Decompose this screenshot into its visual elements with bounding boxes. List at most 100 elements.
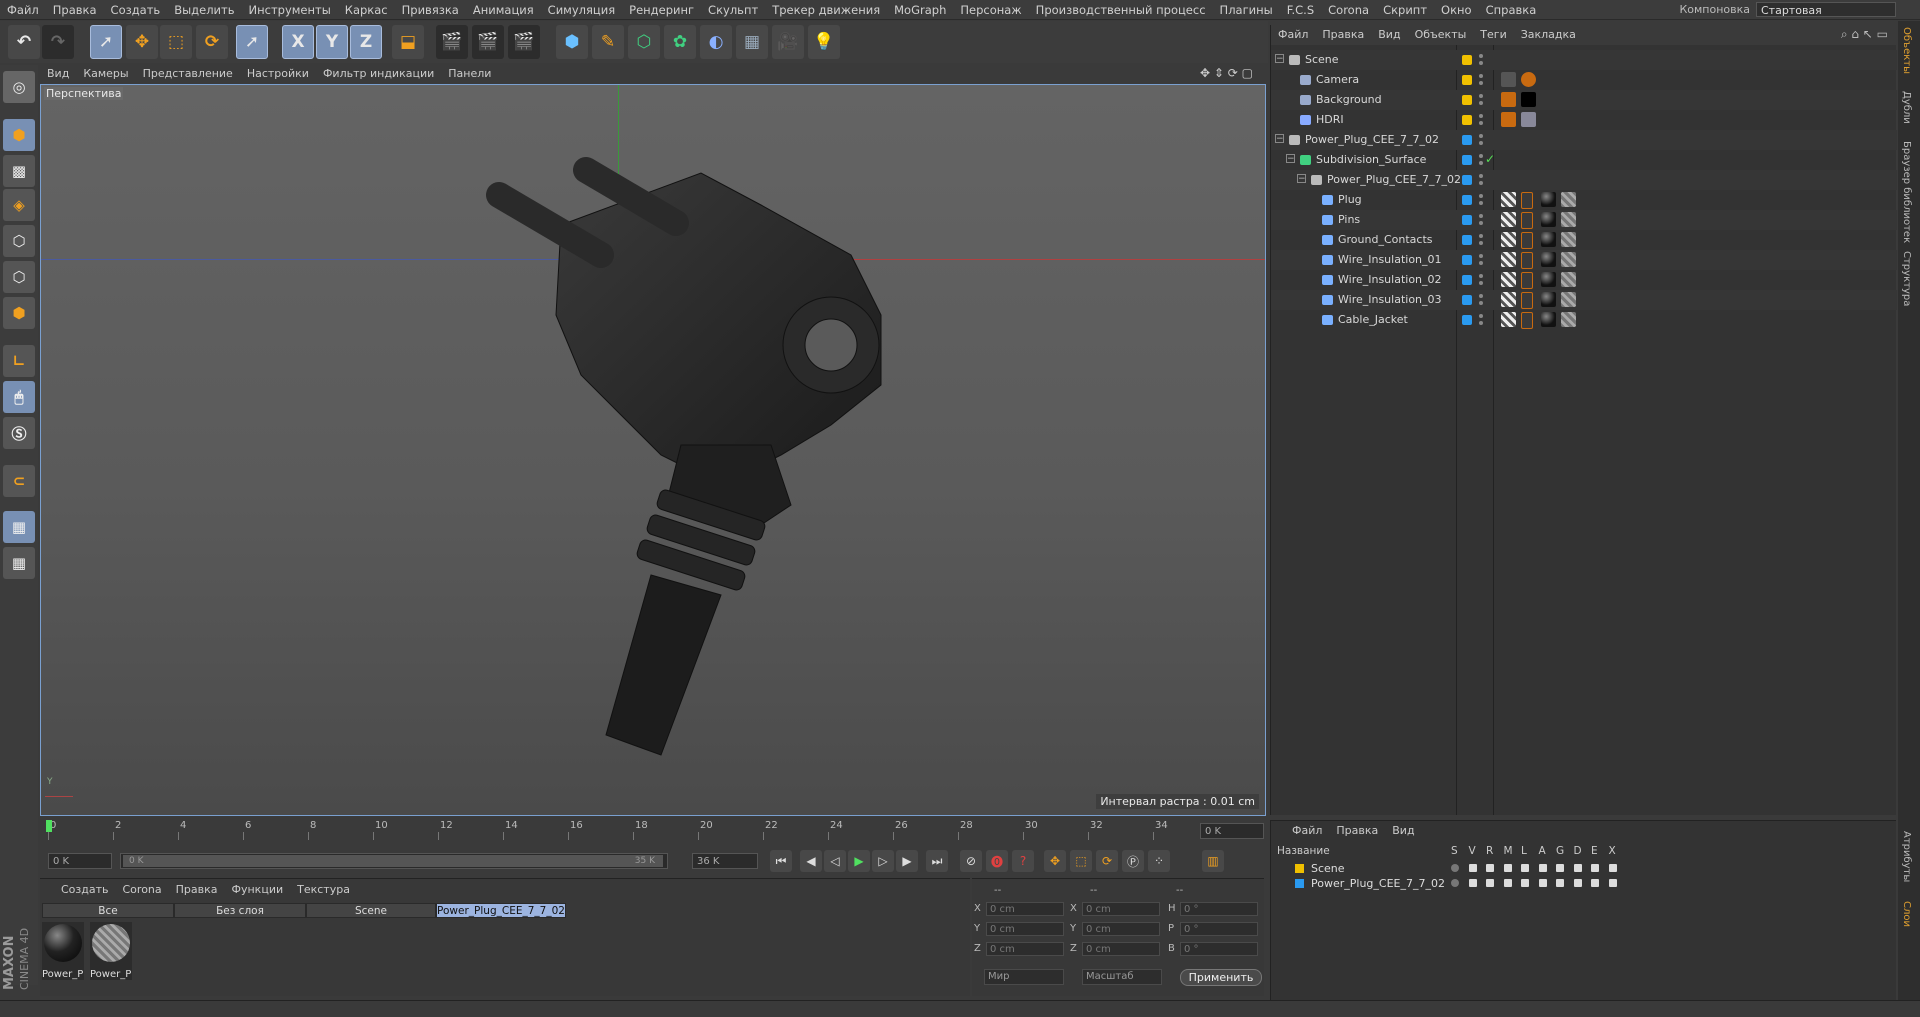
object-layer-color[interactable] — [1462, 255, 1472, 265]
axis-y-button[interactable]: Y — [316, 25, 348, 59]
viewport-menu-item[interactable]: Камеры — [76, 65, 135, 83]
scale-tool-button[interactable]: ⬚ — [160, 25, 192, 59]
layer-column-header[interactable]: G — [1556, 845, 1564, 857]
mat-icon[interactable] — [1541, 232, 1556, 247]
workplane-mode-button[interactable]: ◈ — [3, 189, 35, 221]
deformer-button[interactable]: ◐ — [700, 25, 732, 59]
layer-toggle-icon[interactable] — [1556, 864, 1564, 872]
pen-spline-button[interactable]: ✎ — [592, 25, 624, 59]
coord-field[interactable]: 0 cm — [1082, 922, 1160, 936]
visibility-dots-icon[interactable] — [1479, 273, 1483, 287]
menu-item[interactable]: Инструменты — [242, 0, 338, 20]
layer-row[interactable]: Scene — [1271, 861, 1897, 876]
points-mode-button[interactable]: ⬡ — [3, 225, 35, 257]
key-parameter-button[interactable]: Ⓟ — [1122, 850, 1144, 872]
layout-select[interactable]: Стартовая — [1756, 2, 1896, 17]
cloner-button[interactable]: ✿ — [664, 25, 696, 59]
layer-toggle-icon[interactable] — [1608, 879, 1617, 887]
undo-button[interactable]: ↶ — [8, 25, 40, 59]
side-tab[interactable]: Объекты — [1901, 27, 1912, 74]
camera-tag-icon[interactable] — [1501, 72, 1516, 87]
layer-column-header[interactable]: V — [1469, 845, 1476, 857]
menu-item[interactable]: Рендеринг — [622, 0, 701, 20]
object-name[interactable]: Power_Plug_CEE_7_7_02 — [1327, 170, 1461, 190]
material-tab-all[interactable]: Все — [42, 903, 174, 918]
play-button[interactable]: ▶ — [848, 850, 870, 872]
object-layer-color[interactable] — [1462, 195, 1472, 205]
current-frame-field[interactable]: 0 K — [1200, 823, 1264, 839]
lm-menu-item[interactable]: Правка — [1329, 821, 1385, 841]
subdivision-surface-button[interactable]: ⬡ — [628, 25, 660, 59]
visibility-dots-icon[interactable] — [1479, 253, 1483, 267]
visibility-dots-icon[interactable] — [1479, 173, 1483, 187]
phong-icon[interactable] — [1501, 292, 1516, 307]
goto-end-button[interactable]: ⏭ — [926, 850, 948, 872]
hatch-icon[interactable] — [1561, 212, 1576, 227]
object-layer-color[interactable] — [1462, 315, 1472, 325]
axis-z-button[interactable]: Z — [350, 25, 382, 59]
expand-toggle-icon[interactable]: − — [1275, 134, 1284, 144]
layer-column-header[interactable]: R — [1486, 845, 1493, 857]
layer-column-header[interactable]: S — [1451, 845, 1458, 857]
edges-mode-button[interactable]: ⬡ — [3, 261, 35, 293]
visibility-dots-icon[interactable] — [1479, 93, 1483, 107]
om-menu-item[interactable]: Правка — [1315, 25, 1371, 45]
render-tag-icon[interactable] — [1501, 112, 1516, 127]
viewport-menu-item[interactable]: Фильтр индикации — [316, 65, 441, 83]
object-row[interactable]: Pins — [1271, 210, 1897, 230]
phong-icon[interactable] — [1501, 192, 1516, 207]
hatch-icon[interactable] — [1561, 292, 1576, 307]
prev-key-button[interactable]: ◀︎ — [800, 850, 822, 872]
object-layer-color[interactable] — [1462, 175, 1472, 185]
object-name[interactable]: Power_Plug_CEE_7_7_02 — [1305, 130, 1439, 150]
object-row[interactable]: Ground_Contacts — [1271, 230, 1897, 250]
timeline-ruler[interactable]: 0 2 4 6 8 10 12 14 16 18 20 22 24 26 28 30 32 34 — [40, 818, 1266, 842]
hdri-tag-icon[interactable] — [1521, 112, 1536, 127]
side-tab[interactable]: Дубли — [1901, 91, 1912, 124]
object-row[interactable]: HDRI — [1271, 110, 1897, 130]
menu-item[interactable]: Скрипт — [1376, 0, 1434, 20]
snap-button[interactable]: ⊂ — [3, 465, 35, 497]
timeline-playhead[interactable] — [46, 820, 52, 832]
object-layer-color[interactable] — [1462, 155, 1472, 165]
object-name[interactable]: Wire_Insulation_03 — [1338, 290, 1442, 310]
layer-toggle-icon[interactable] — [1486, 879, 1494, 887]
object-layer-color[interactable] — [1462, 275, 1472, 285]
prev-frame-button[interactable]: ◁ — [824, 850, 846, 872]
coord-field[interactable]: 0 ° — [1180, 922, 1258, 936]
viewport-nav-icons[interactable]: ✥ ⇕ ⟳ ▢ — [1200, 66, 1253, 80]
object-row[interactable]: − Power_Plug_CEE_7_7_02 — [1271, 130, 1897, 150]
sel-icon[interactable] — [1521, 292, 1533, 309]
mat-icon[interactable] — [1541, 192, 1556, 207]
coord-field[interactable]: 0 cm — [986, 902, 1064, 916]
layer-toggle-icon[interactable] — [1451, 864, 1459, 872]
coord-space-select[interactable]: Мир — [984, 969, 1064, 985]
object-row[interactable]: Background — [1271, 90, 1897, 110]
layer-toggle-icon[interactable] — [1486, 864, 1494, 872]
object-row[interactable]: Wire_Insulation_03 — [1271, 290, 1897, 310]
menu-item[interactable]: Скульпт — [701, 0, 765, 20]
layer-toggle-icon[interactable] — [1573, 879, 1582, 887]
make-editable-button[interactable]: ◎ — [3, 71, 35, 103]
side-tab[interactable]: Браузер библиотек — [1901, 141, 1912, 243]
object-row[interactable]: Wire_Insulation_01 — [1271, 250, 1897, 270]
om-menu-item[interactable]: Теги — [1473, 25, 1513, 45]
key-scale-button[interactable]: ⬚ — [1070, 850, 1092, 872]
sel-icon[interactable] — [1521, 192, 1533, 209]
hatch-icon[interactable] — [1561, 252, 1576, 267]
layer-toggle-icon[interactable] — [1468, 864, 1477, 872]
menu-item[interactable]: Производственный процесс — [1029, 0, 1213, 20]
menu-item[interactable]: Справка — [1479, 0, 1544, 20]
key-pla-button[interactable]: ⁘ — [1148, 850, 1170, 872]
visibility-dots-icon[interactable] — [1479, 53, 1483, 67]
object-layer-color[interactable] — [1462, 215, 1472, 225]
visibility-dots-icon[interactable] — [1479, 73, 1483, 87]
layer-toggle-icon[interactable] — [1608, 864, 1617, 872]
render-settings-button[interactable]: 🎬 — [508, 25, 540, 59]
rotate-tool-button[interactable]: ⟳ — [196, 25, 228, 59]
material-thumb-hatched[interactable]: Power_P — [90, 922, 132, 980]
next-frame-button[interactable]: ▷ — [872, 850, 894, 872]
layer-column-header[interactable]: A — [1539, 845, 1546, 857]
material-tab-scene[interactable]: Scene — [306, 903, 436, 918]
auto-keying-button[interactable]: ⓿ — [986, 850, 1008, 872]
